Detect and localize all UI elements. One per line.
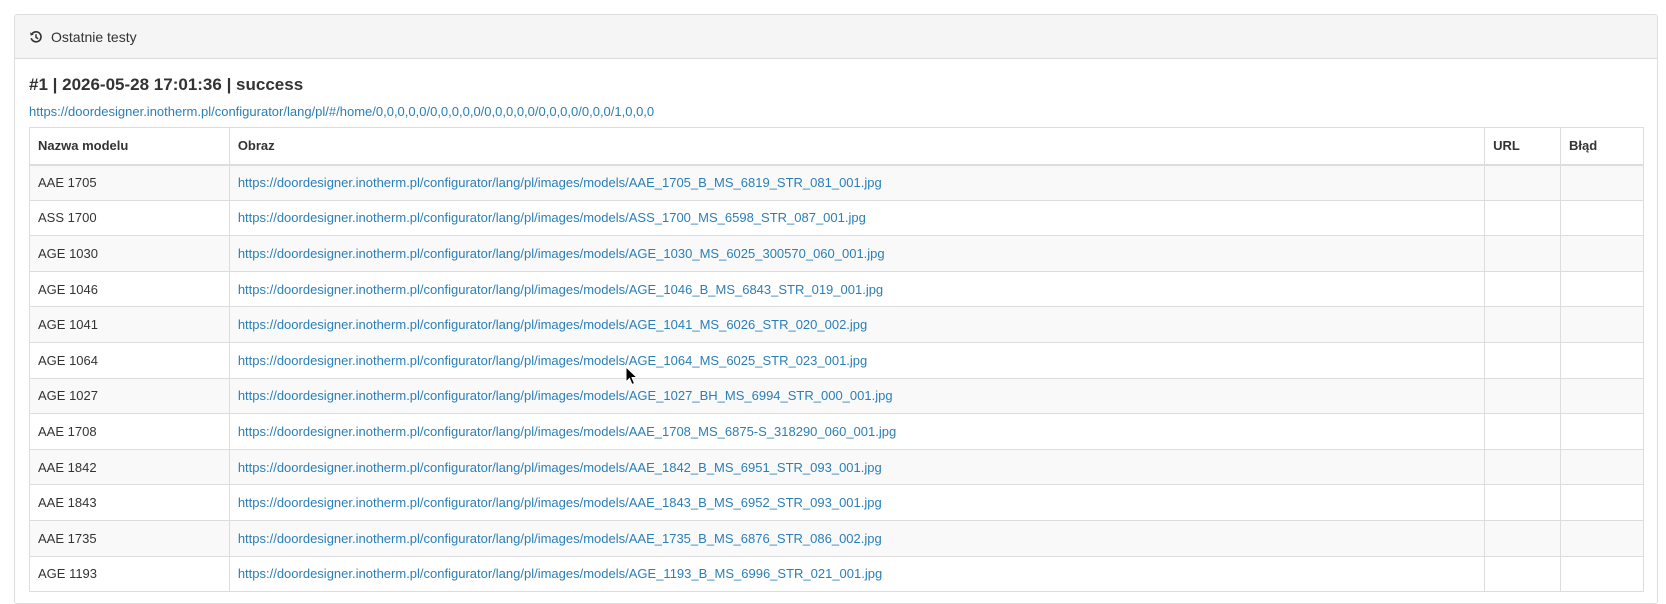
image-link[interactable]: https://doordesigner.inotherm.pl/configu… (238, 424, 896, 439)
column-header-url: URL (1484, 127, 1562, 166)
image-link[interactable]: https://doordesigner.inotherm.pl/configu… (238, 460, 882, 475)
cell-url (1484, 377, 1562, 415)
cell-image: https://doordesigner.inotherm.pl/configu… (228, 341, 1486, 379)
cell-image: https://doordesigner.inotherm.pl/configu… (228, 235, 1486, 272)
cell-image: https://doordesigner.inotherm.pl/configu… (228, 555, 1486, 593)
panel-heading-title: Ostatnie testy (51, 28, 137, 45)
cell-image: https://doordesigner.inotherm.pl/configu… (228, 413, 1486, 450)
history-icon (29, 30, 43, 44)
cell-url (1484, 164, 1562, 201)
table-row: AGE 1041 https://doordesigner.inotherm.p… (29, 306, 1644, 343)
table-row: AGE 1046 https://doordesigner.inotherm.p… (29, 270, 1644, 308)
cell-image: https://doordesigner.inotherm.pl/configu… (228, 164, 1486, 201)
cell-image: https://doordesigner.inotherm.pl/configu… (228, 199, 1486, 237)
image-link[interactable]: https://doordesigner.inotherm.pl/configu… (238, 210, 866, 225)
cell-url (1484, 484, 1562, 521)
cell-error (1560, 270, 1644, 308)
image-link[interactable]: https://doordesigner.inotherm.pl/configu… (238, 495, 882, 510)
table-row: AGE 1027 https://doordesigner.inotherm.p… (29, 377, 1644, 415)
column-header-model-name: Nazwa modelu (29, 127, 230, 166)
cell-model-name: AAE 1705 (29, 164, 230, 201)
cell-model-name: AGE 1046 (29, 270, 230, 308)
image-link[interactable]: https://doordesigner.inotherm.pl/configu… (238, 531, 882, 546)
cell-error (1560, 377, 1644, 415)
cell-url (1484, 519, 1562, 557)
cell-model-name: AGE 1041 (29, 306, 230, 343)
test-title: #1 | 2026-05-28 17:01:36 | success (29, 75, 304, 94)
image-link[interactable]: https://doordesigner.inotherm.pl/configu… (238, 175, 882, 190)
cell-url (1484, 199, 1562, 237)
table-row: AGE 1030 https://doordesigner.inotherm.p… (29, 235, 1644, 272)
cell-model-name: ASS 1700 (29, 199, 230, 237)
image-link[interactable]: https://doordesigner.inotherm.pl/configu… (238, 566, 882, 581)
test-url-link[interactable]: https://doordesigner.inotherm.pl/configu… (29, 104, 1643, 120)
cell-model-name: AAE 1843 (29, 484, 230, 521)
panel-heading: Ostatnie testy (15, 15, 1657, 59)
table-row: AAE 1843 https://doordesigner.inotherm.p… (29, 484, 1644, 521)
image-link[interactable]: https://doordesigner.inotherm.pl/configu… (238, 246, 885, 261)
table-row: ASS 1700 https://doordesigner.inotherm.p… (29, 199, 1644, 237)
table-row: AGE 1064 https://doordesigner.inotherm.p… (29, 341, 1644, 379)
cell-model-name: AGE 1027 (29, 377, 230, 415)
cell-error (1560, 448, 1644, 486)
cell-url (1484, 270, 1562, 308)
cell-error (1560, 164, 1644, 201)
cell-error (1560, 306, 1644, 343)
cell-model-name: AAE 1708 (29, 413, 230, 450)
table-row: AAE 1842 https://doordesigner.inotherm.p… (29, 448, 1644, 486)
table-header-row: Nazwa modelu Obraz URL Błąd (29, 127, 1644, 166)
table-row: AAE 1735 https://doordesigner.inotherm.p… (29, 519, 1644, 557)
cell-model-name: AAE 1842 (29, 448, 230, 486)
image-link[interactable]: https://doordesigner.inotherm.pl/configu… (238, 353, 867, 368)
column-header-error: Błąd (1560, 127, 1644, 166)
cell-error (1560, 555, 1644, 593)
panel-body: #1 | 2026-05-28 17:01:36 | success https… (15, 59, 1657, 593)
cell-url (1484, 555, 1562, 593)
cell-model-name: AGE 1193 (29, 555, 230, 593)
cell-url (1484, 413, 1562, 450)
image-link[interactable]: https://doordesigner.inotherm.pl/configu… (238, 388, 893, 403)
recent-tests-panel: Ostatnie testy #1 | 2026-05-28 17:01:36 … (14, 14, 1658, 604)
table-row: AGE 1193 https://doordesigner.inotherm.p… (29, 555, 1644, 593)
table-row: AAE 1708 https://doordesigner.inotherm.p… (29, 413, 1644, 450)
cell-error (1560, 235, 1644, 272)
cell-image: https://doordesigner.inotherm.pl/configu… (228, 448, 1486, 486)
cell-url (1484, 448, 1562, 486)
cell-error (1560, 484, 1644, 521)
table-row: AAE 1705 https://doordesigner.inotherm.p… (29, 164, 1644, 201)
cell-error (1560, 519, 1644, 557)
cell-model-name: AGE 1030 (29, 235, 230, 272)
image-link[interactable]: https://doordesigner.inotherm.pl/configu… (238, 282, 883, 297)
cell-image: https://doordesigner.inotherm.pl/configu… (228, 270, 1486, 308)
results-table: Nazwa modelu Obraz URL Błąd AAE 1705 htt… (29, 127, 1644, 593)
cell-image: https://doordesigner.inotherm.pl/configu… (228, 377, 1486, 415)
cell-error (1560, 199, 1644, 237)
image-link[interactable]: https://doordesigner.inotherm.pl/configu… (238, 317, 867, 332)
cell-model-name: AGE 1064 (29, 341, 230, 379)
cell-image: https://doordesigner.inotherm.pl/configu… (228, 484, 1486, 521)
cell-image: https://doordesigner.inotherm.pl/configu… (228, 306, 1486, 343)
cell-error (1560, 341, 1644, 379)
cell-url (1484, 235, 1562, 272)
cell-image: https://doordesigner.inotherm.pl/configu… (228, 519, 1486, 557)
cell-url (1484, 341, 1562, 379)
cell-model-name: AAE 1735 (29, 519, 230, 557)
cell-url (1484, 306, 1562, 343)
column-header-image: Obraz (228, 127, 1486, 166)
cell-error (1560, 413, 1644, 450)
